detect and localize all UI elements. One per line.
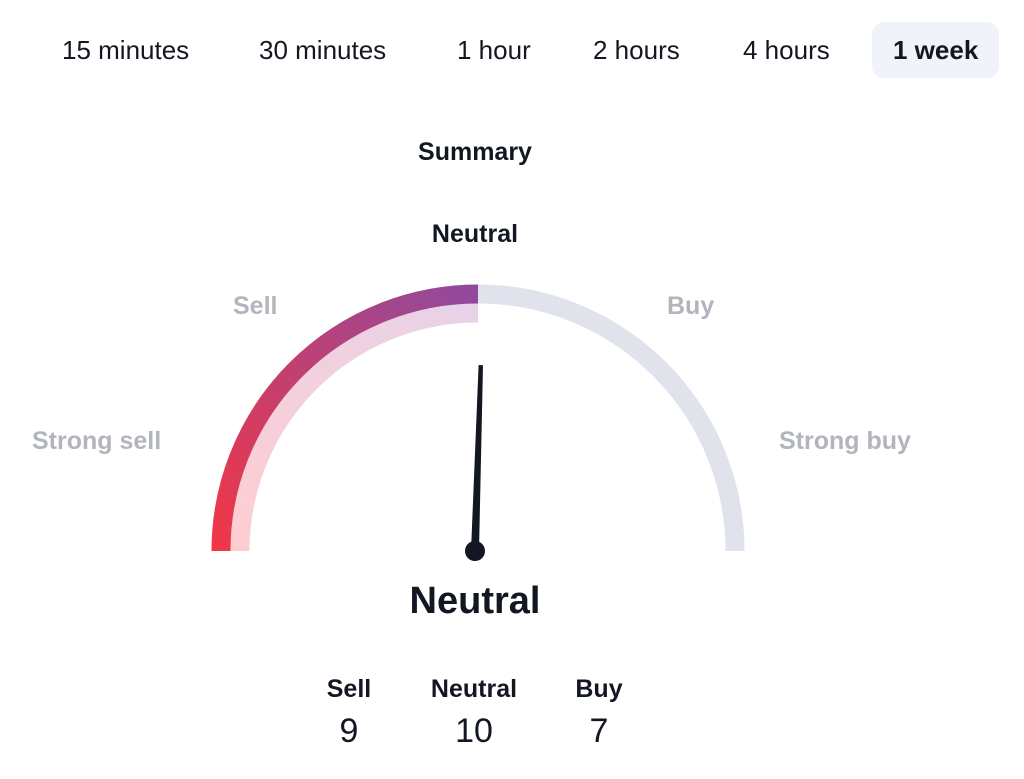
gauge-fill-arc (211, 284, 479, 552)
gauge-needle (471, 365, 483, 552)
gauge-needle-hub (465, 541, 485, 561)
summary-gauge (211, 284, 745, 561)
summary-verdict: Neutral (409, 580, 541, 622)
gauge-pale-arc (230, 303, 479, 552)
count-sell-label: Sell (326, 675, 372, 703)
count-buy: Buy 7 (529, 672, 669, 751)
count-neutral: Neutral 10 (404, 672, 544, 751)
count-sell: Sell 9 (279, 672, 419, 751)
count-sell-value: 9 (339, 712, 359, 750)
count-buy-label: Buy (575, 675, 623, 703)
count-buy-value: 7 (589, 712, 609, 750)
count-neutral-label: Neutral (430, 675, 518, 703)
count-neutral-value: 10 (455, 712, 493, 750)
